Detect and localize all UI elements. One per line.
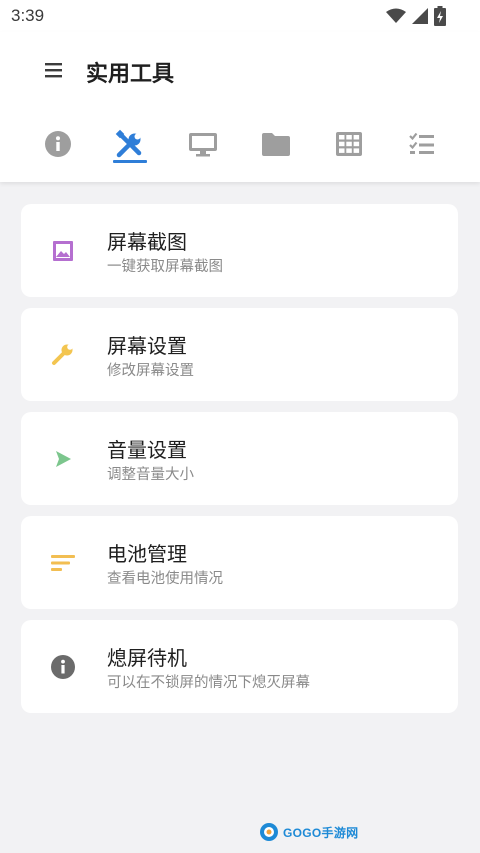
- card-title: 屏幕设置: [107, 334, 187, 358]
- card-title: 屏幕截图: [107, 230, 187, 254]
- status-bar: 3:39: [0, 0, 480, 32]
- card-icon: [49, 341, 77, 369]
- tab-info[interactable]: [34, 120, 82, 168]
- card-subtitle: 调整音量大小: [107, 467, 194, 483]
- card-screen-off[interactable]: 熄屏待机 可以在不锁屏的情况下熄灭屏幕: [21, 620, 458, 713]
- watermark-logo: GOGO手游网: [258, 822, 358, 842]
- bars-icon: [51, 555, 75, 571]
- gogo-logo-icon: [260, 823, 278, 841]
- info-icon: [51, 655, 75, 679]
- tools-icon: [115, 129, 142, 158]
- info-icon: [45, 131, 71, 157]
- card-screen-settings[interactable]: 屏幕设置 修改屏幕设置: [21, 308, 458, 401]
- card-battery[interactable]: 电池管理 查看电池使用情况: [21, 516, 458, 609]
- card-subtitle: 查看电池使用情况: [107, 571, 223, 587]
- page-title: 实用工具: [86, 62, 175, 87]
- card-icon: [49, 549, 77, 577]
- watermark-text: GOGO手游网: [283, 825, 359, 840]
- card-screenshot[interactable]: 屏幕截图 一键获取屏幕截图: [21, 204, 458, 297]
- app-header: 实用工具: [0, 32, 480, 182]
- folder-icon: [262, 133, 290, 156]
- card-title: 熄屏待机: [107, 646, 187, 670]
- checklist-icon: [409, 132, 434, 154]
- play-icon: [56, 451, 71, 467]
- card-icon: [49, 653, 77, 681]
- card-subtitle: 一键获取屏幕截图: [107, 259, 223, 275]
- monitor-icon: [189, 133, 217, 157]
- grid-icon: [336, 132, 362, 156]
- wrench-icon: [52, 344, 73, 365]
- cell-signal-icon: [412, 8, 428, 24]
- tab-display[interactable]: [179, 120, 227, 168]
- card-icon: [49, 237, 77, 265]
- tab-bar: [0, 120, 480, 170]
- tab-tasks[interactable]: [398, 120, 446, 168]
- tab-files[interactable]: [252, 120, 300, 168]
- card-volume-settings[interactable]: 音量设置 调整音量大小: [21, 412, 458, 505]
- tab-apps[interactable]: [325, 120, 373, 168]
- status-time: 3:39: [11, 6, 45, 25]
- menu-button[interactable]: [40, 58, 68, 82]
- card-subtitle: 修改屏幕设置: [107, 363, 194, 379]
- wifi-icon: [386, 8, 406, 23]
- status-icons: [386, 6, 446, 26]
- card-title: 音量设置: [107, 438, 187, 462]
- card-icon: [49, 445, 77, 473]
- hamburger-menu-icon: [45, 63, 62, 78]
- card-title: 电池管理: [107, 542, 187, 566]
- active-tab-indicator: [113, 160, 147, 163]
- image-icon: [53, 241, 73, 261]
- card-subtitle: 可以在不锁屏的情况下熄灭屏幕: [107, 675, 310, 691]
- battery-charging-icon: [434, 6, 446, 26]
